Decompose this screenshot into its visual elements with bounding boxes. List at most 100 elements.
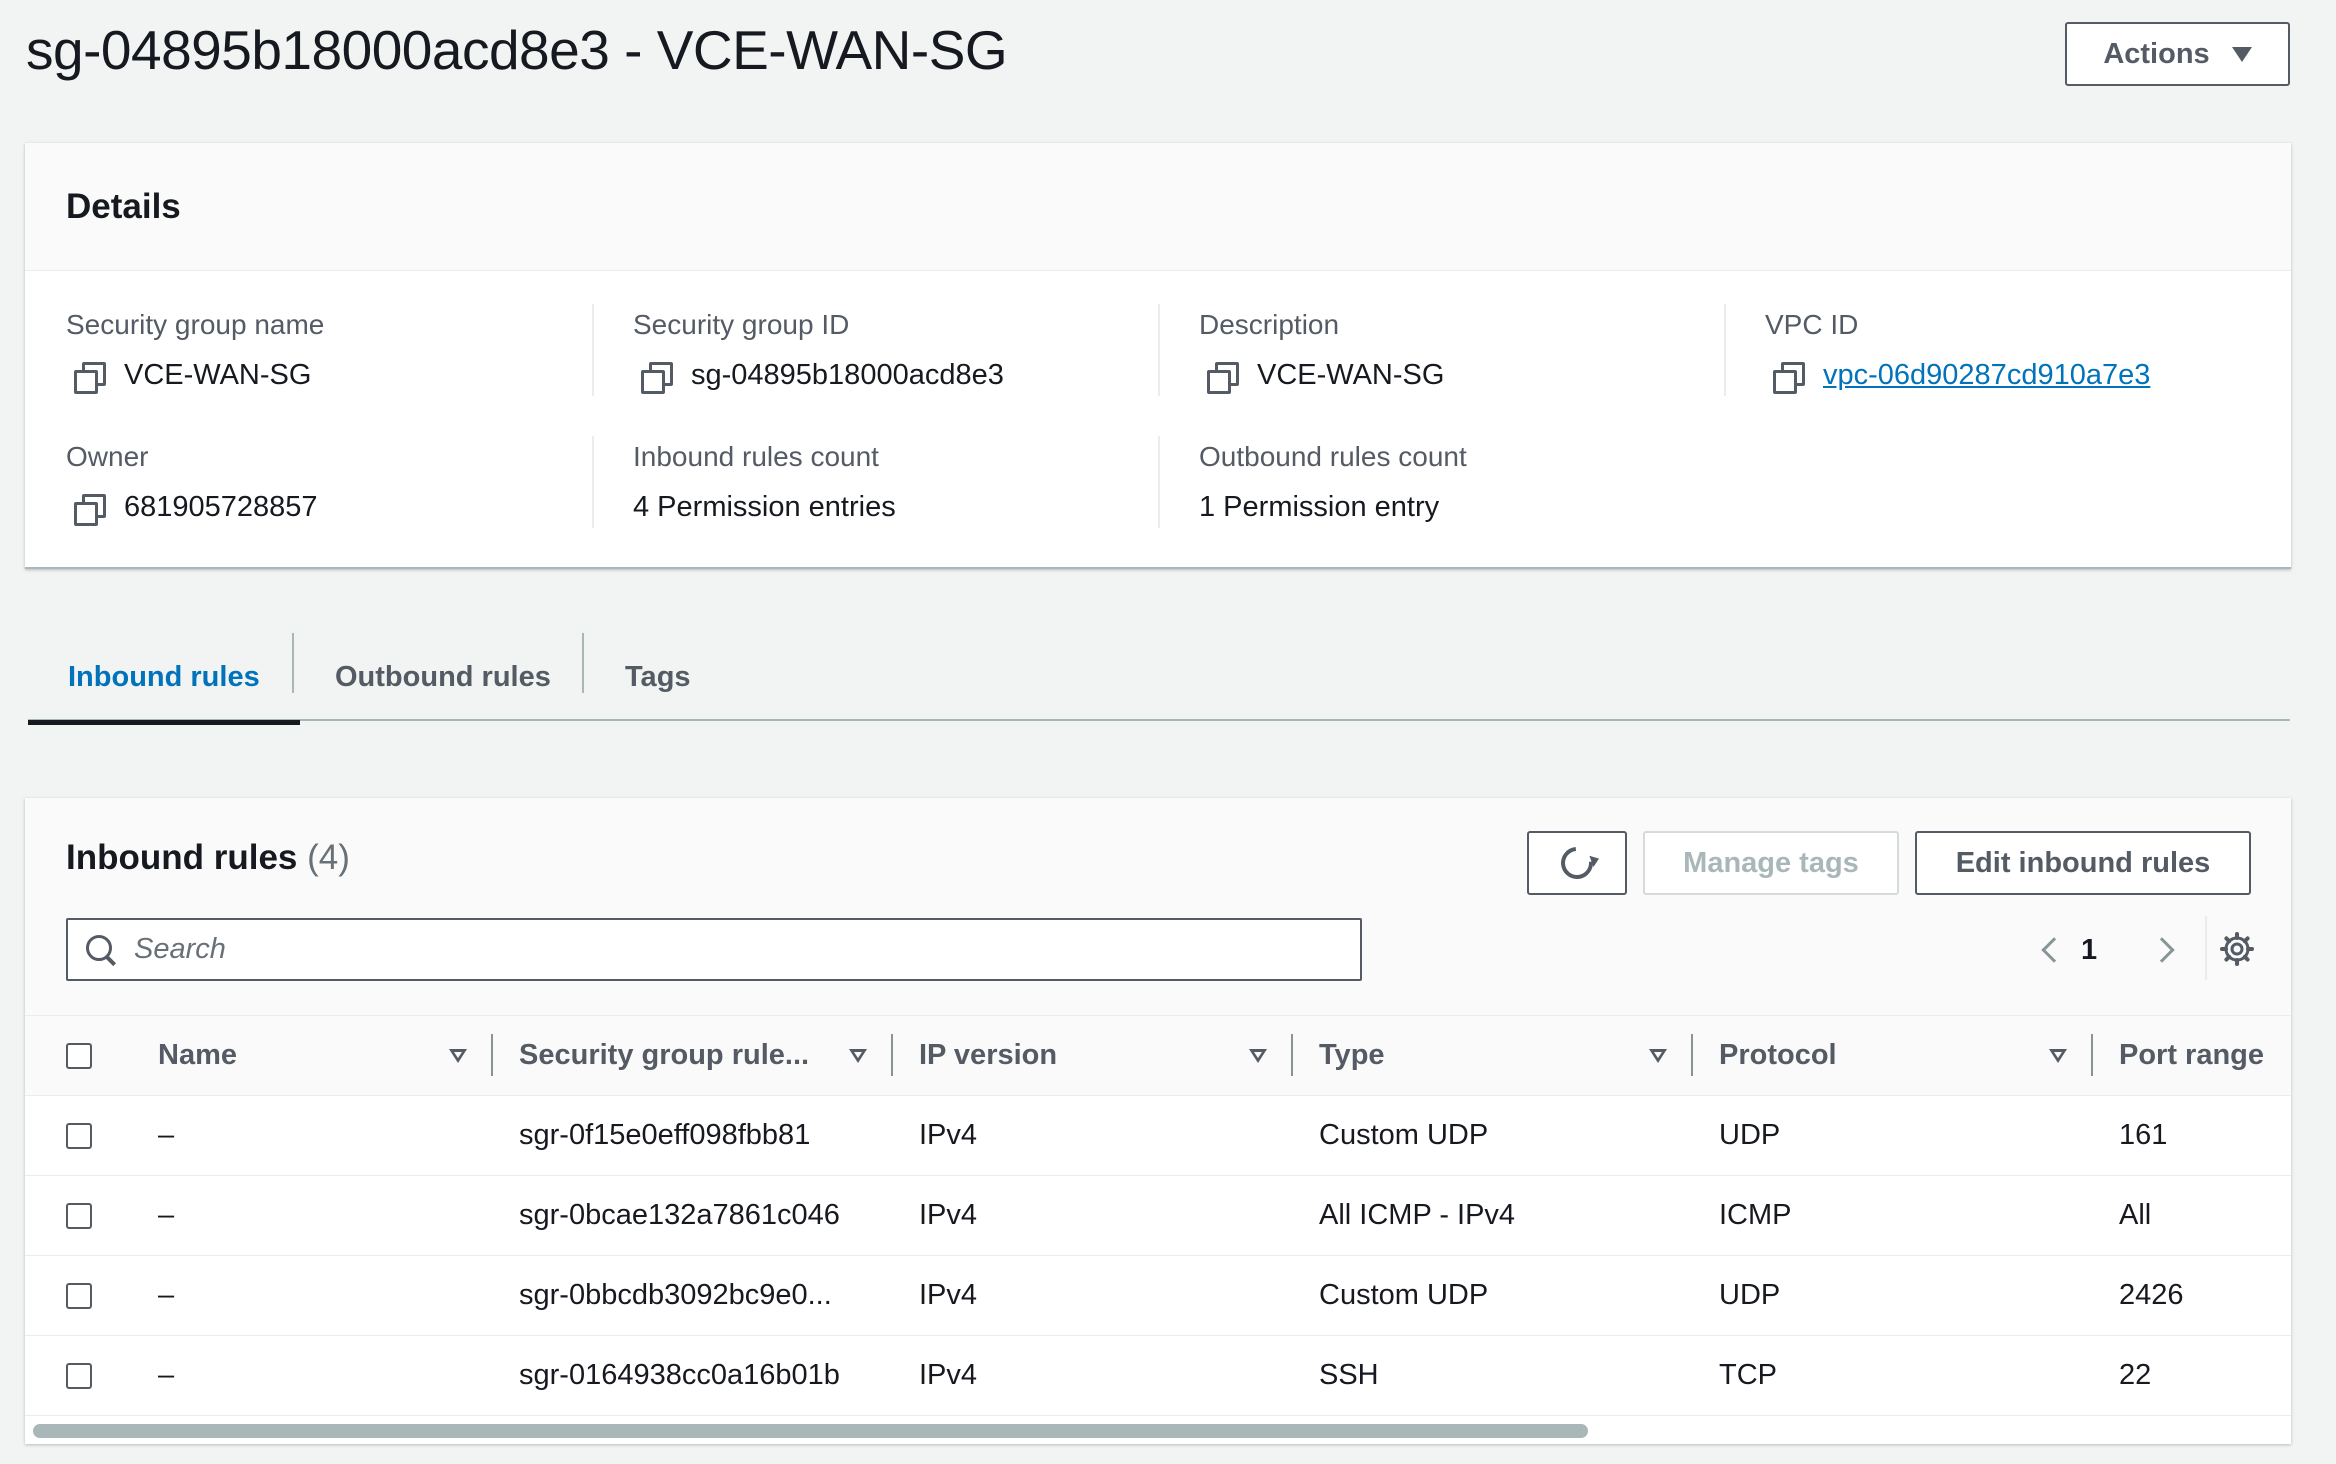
sort-icon[interactable]	[449, 1048, 467, 1063]
cell-name: –	[158, 1279, 175, 1311]
inbound-rules-table: Name Security group rule... IP version T…	[25, 1015, 2291, 1416]
column-header-rule-id[interactable]: Security group rule...	[493, 1016, 893, 1096]
field-value: VCE-WAN-SG	[124, 359, 312, 391]
column-header-protocol[interactable]: Protocol	[1693, 1016, 2093, 1096]
cell-name: –	[158, 1199, 175, 1231]
horizontal-scrollbar[interactable]	[33, 1422, 2291, 1440]
table-row[interactable]: – sgr-0bcae132a7861c046 IPv4 All ICMP - …	[25, 1176, 2291, 1256]
select-all-checkbox[interactable]	[66, 1043, 92, 1070]
copy-icon[interactable]	[1773, 361, 1805, 394]
cell-name: –	[158, 1359, 175, 1391]
cell-port-range: 22	[2119, 1359, 2152, 1391]
field-label: Security group ID	[633, 309, 850, 340]
sort-icon[interactable]	[2049, 1048, 2067, 1063]
tab-divider	[582, 633, 584, 693]
settings-gear-icon[interactable]	[2220, 932, 2254, 966]
pager-divider	[2205, 916, 2207, 980]
previous-page-icon[interactable]	[2041, 937, 2067, 963]
refresh-button[interactable]	[1527, 831, 1627, 895]
field-label: Owner	[66, 441, 149, 472]
copy-icon[interactable]	[1207, 361, 1239, 394]
button-label: Edit inbound rules	[1955, 846, 2211, 879]
column-header-name[interactable]: Name	[132, 1016, 493, 1096]
column-divider	[1158, 304, 1160, 396]
column-divider	[1724, 304, 1726, 396]
tab-outbound-rules[interactable]: Outbound rules	[335, 633, 551, 721]
tab-label: Tags	[625, 660, 691, 693]
table-row[interactable]: – sgr-0f15e0eff098fbb81 IPv4 Custom UDP …	[25, 1096, 2291, 1176]
panel-title: Inbound rules	[66, 838, 298, 877]
manage-tags-button[interactable]: Manage tags	[1643, 831, 1899, 895]
cell-rule-id: sgr-0bcae132a7861c046	[519, 1199, 840, 1231]
next-page-icon[interactable]	[2149, 937, 2175, 963]
table-row[interactable]: – sgr-0bbcdb3092bc9e0... IPv4 Custom UDP…	[25, 1256, 2291, 1336]
field-description: Description VCE-WAN-SG	[1199, 309, 1719, 394]
inbound-rules-title: Inbound rules (4)	[66, 838, 350, 878]
sort-icon[interactable]	[1649, 1048, 1667, 1063]
column-label: Type	[1319, 1039, 1385, 1071]
actions-dropdown-button[interactable]: Actions	[2065, 22, 2290, 86]
row-checkbox[interactable]	[66, 1123, 92, 1150]
details-panel: Details Security group name VCE-WAN-SG S…	[25, 143, 2291, 569]
row-checkbox[interactable]	[66, 1283, 92, 1310]
copy-icon[interactable]	[74, 493, 106, 526]
row-select-cell	[25, 1336, 132, 1416]
cell-port-range: 2426	[2119, 1279, 2184, 1311]
field-owner: Owner 681905728857	[66, 441, 586, 526]
actions-label: Actions	[2103, 37, 2210, 70]
pagination	[2041, 928, 2067, 972]
field-label: Outbound rules count	[1199, 441, 1467, 472]
tab-tags[interactable]: Tags	[625, 633, 691, 721]
sort-icon[interactable]	[849, 1048, 867, 1063]
column-header-ip-version[interactable]: IP version	[893, 1016, 1293, 1096]
field-value: VCE-WAN-SG	[1257, 359, 1445, 391]
search-input[interactable]	[134, 933, 1334, 966]
cell-port-range: 161	[2119, 1119, 2168, 1151]
cell-ip-version: IPv4	[919, 1359, 978, 1391]
field-label: Inbound rules count	[633, 441, 879, 472]
column-divider	[592, 436, 594, 528]
row-checkbox[interactable]	[66, 1203, 92, 1230]
cell-type: Custom UDP	[1319, 1279, 1489, 1311]
column-label: Security group rule...	[519, 1039, 810, 1071]
tab-bar: Inbound rules Outbound rules Tags	[28, 633, 2290, 725]
field-security-group-id: Security group ID sg-04895b18000acd8e3	[633, 309, 1153, 394]
copy-icon[interactable]	[74, 361, 106, 394]
field-value: sg-04895b18000acd8e3	[691, 359, 1004, 391]
cell-port-range: All	[2119, 1199, 2152, 1231]
edit-inbound-rules-button[interactable]: Edit inbound rules	[1915, 831, 2251, 895]
refresh-icon	[1554, 840, 1600, 886]
row-select-cell	[25, 1176, 132, 1256]
scrollbar-thumb[interactable]	[33, 1424, 1588, 1438]
column-divider	[1158, 436, 1160, 528]
button-label: Manage tags	[1683, 846, 1859, 879]
search-field[interactable]	[66, 918, 1362, 981]
field-label: Security group name	[66, 309, 325, 340]
sort-icon[interactable]	[1249, 1048, 1267, 1063]
vpc-id-link[interactable]: vpc-06d90287cd910a7e3	[1823, 359, 2150, 392]
cell-type: All ICMP - IPv4	[1319, 1199, 1516, 1231]
cell-protocol: ICMP	[1719, 1199, 1792, 1231]
field-security-group-name: Security group name VCE-WAN-SG	[66, 309, 586, 394]
field-outbound-rules-count: Outbound rules count 1 Permission entry	[1199, 441, 1719, 524]
tab-inbound-rules[interactable]: Inbound rules	[28, 633, 300, 725]
copy-icon[interactable]	[641, 361, 673, 394]
page-title: sg-04895b18000acd8e3 - VCE-WAN-SG	[26, 19, 1008, 81]
field-vpc-id: VPC ID vpc-06d90287cd910a7e3	[1765, 309, 2285, 394]
table-row[interactable]: – sgr-0164938cc0a16b01b IPv4 SSH TCP 22	[25, 1336, 2291, 1416]
field-value: 681905728857	[124, 491, 318, 523]
tab-divider	[292, 633, 294, 693]
rules-count: (4)	[307, 838, 350, 877]
page-number[interactable]: 1	[2081, 934, 2097, 967]
column-header-port-range[interactable]: Port range	[2093, 1016, 2291, 1096]
select-all-cell	[25, 1016, 132, 1096]
column-header-type[interactable]: Type	[1293, 1016, 1693, 1096]
cell-ip-version: IPv4	[919, 1279, 978, 1311]
row-checkbox[interactable]	[66, 1363, 92, 1390]
column-label: Port range	[2119, 1039, 2265, 1071]
column-label: Name	[158, 1039, 237, 1071]
cell-rule-id: sgr-0bbcdb3092bc9e0...	[519, 1279, 832, 1311]
details-header: Details	[25, 143, 2291, 271]
field-inbound-rules-count: Inbound rules count 4 Permission entries	[633, 441, 1153, 524]
cell-ip-version: IPv4	[919, 1199, 978, 1231]
